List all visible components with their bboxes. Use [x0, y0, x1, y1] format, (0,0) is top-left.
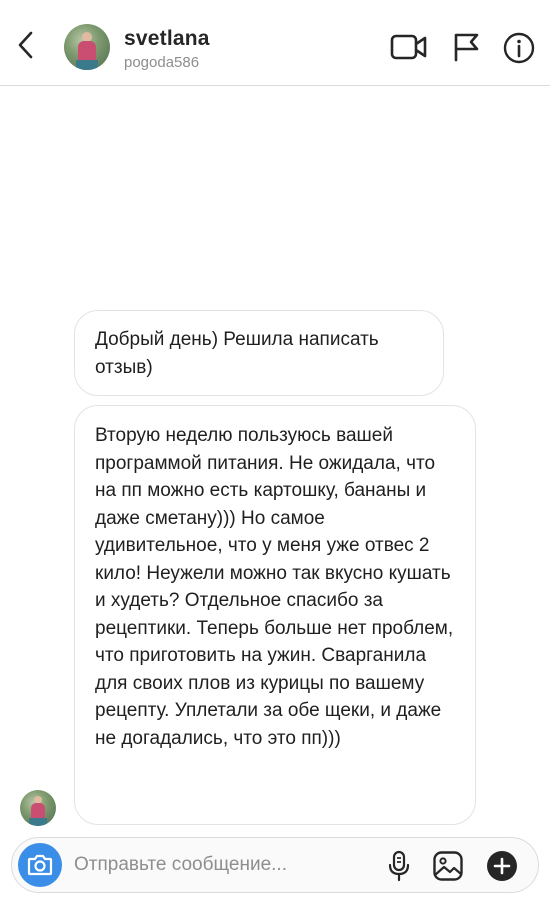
camera-icon — [27, 854, 53, 876]
microphone-icon — [388, 850, 410, 882]
user-handle: pogoda586 — [124, 54, 200, 71]
camera-button[interactable] — [18, 843, 62, 887]
info-icon — [503, 32, 535, 64]
message-bubble[interactable]: Добрый день) Решила написать отзыв) — [74, 310, 444, 396]
plus-icon — [487, 851, 517, 881]
avatar[interactable] — [64, 24, 110, 70]
gallery-button[interactable] — [432, 850, 464, 882]
info-button[interactable] — [503, 32, 535, 64]
message-input[interactable] — [74, 851, 374, 879]
flag-icon — [454, 33, 479, 62]
back-arrow-icon — [18, 31, 33, 59]
sender-avatar[interactable] — [20, 790, 56, 826]
username[interactable]: svetlana — [124, 27, 210, 51]
message-bubble[interactable]: Вторую неделю пользуюсь вашей программой… — [74, 405, 476, 825]
video-call-button[interactable] — [390, 32, 428, 62]
more-options-button[interactable] — [486, 850, 518, 882]
gallery-icon — [433, 851, 463, 881]
voice-message-button[interactable] — [387, 850, 411, 882]
message-composer — [11, 837, 539, 893]
back-button[interactable] — [12, 28, 40, 62]
video-call-icon — [390, 34, 427, 60]
chat-header: svetlana pogoda586 — [0, 0, 550, 86]
report-button[interactable] — [452, 32, 482, 62]
